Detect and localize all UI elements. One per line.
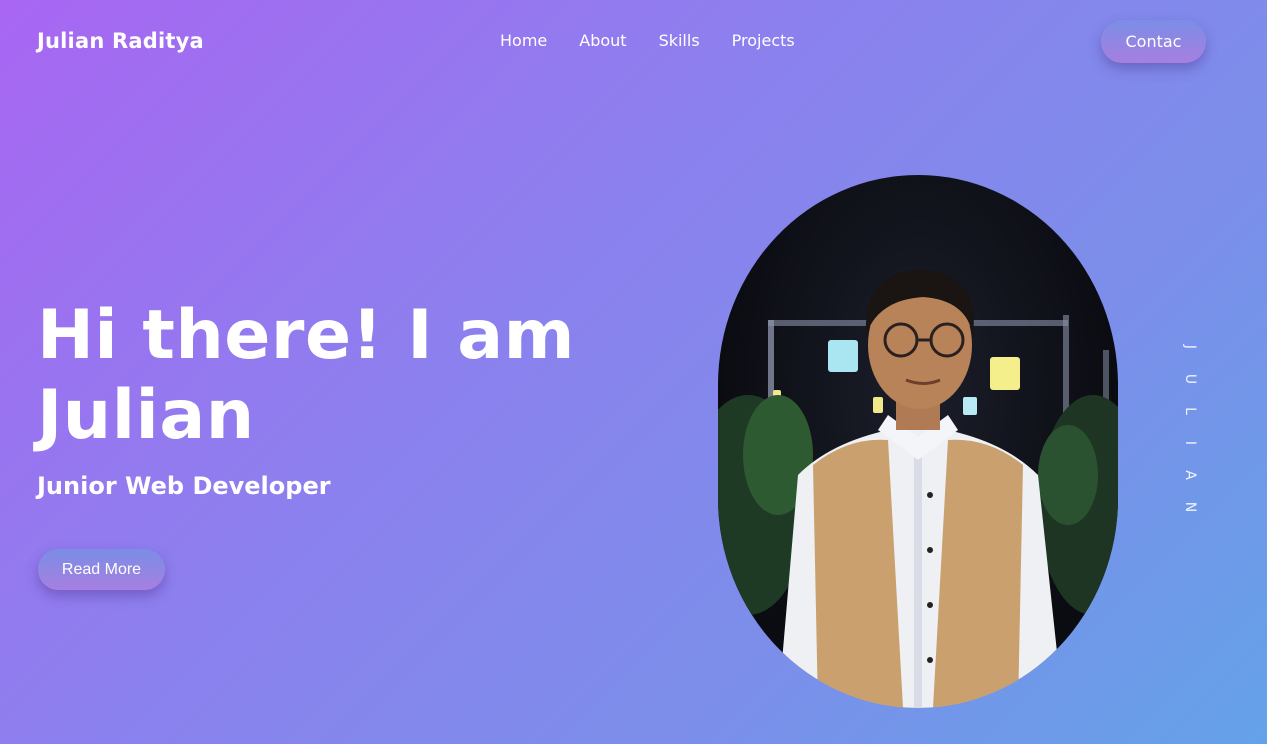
vertical-letter: J (1181, 344, 1198, 350)
main-nav: Home About Skills Projects (500, 31, 827, 50)
vertical-letter: N (1181, 501, 1198, 513)
nav-home[interactable]: Home (500, 31, 547, 50)
profile-photo (718, 175, 1118, 708)
nav-about[interactable]: About (579, 31, 626, 50)
vertical-name-decoration: J U L I A N (1180, 338, 1200, 516)
brand-logo[interactable]: Julian Raditya (37, 29, 204, 53)
vertical-letter: U (1182, 373, 1198, 385)
vertical-letter: A (1181, 470, 1198, 480)
hero-subtitle: Junior Web Developer (37, 472, 331, 500)
profile-photo-illustration (718, 270, 1118, 708)
nav-projects[interactable]: Projects (732, 31, 795, 50)
vertical-letter: I (1181, 440, 1198, 446)
hero-title: Hi there! I am Julian (37, 296, 575, 455)
nav-skills[interactable]: Skills (659, 31, 700, 50)
vertical-letter: L (1182, 407, 1198, 415)
contact-button[interactable]: Contac (1101, 20, 1206, 63)
read-more-button[interactable]: Read More (38, 549, 165, 590)
